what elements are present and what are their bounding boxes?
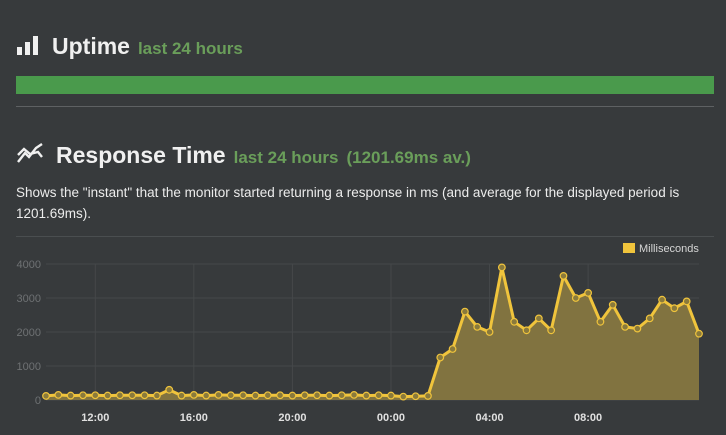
data-point [424, 392, 432, 400]
data-point [485, 328, 494, 336]
y-tick-label: 2000 [17, 327, 41, 339]
data-point [128, 391, 137, 400]
data-point [522, 326, 531, 335]
data-point [152, 391, 161, 400]
data-point [103, 391, 112, 400]
x-tick-label: 20:00 [278, 412, 306, 424]
data-point [584, 289, 593, 297]
response-time-description: Shows the "instant" that the monitor sta… [16, 185, 680, 221]
y-tick-label: 4000 [17, 259, 41, 271]
data-point [559, 272, 568, 280]
response-time-heading: Response Time last 24 hours (1201.69ms a… [16, 139, 471, 169]
legend-swatch [623, 243, 635, 253]
data-point [399, 392, 408, 401]
data-point [461, 307, 469, 316]
data-point [571, 294, 580, 302]
data-point [374, 391, 383, 400]
data-point [91, 391, 100, 400]
data-point [313, 391, 321, 400]
y-tick-label: 1000 [17, 361, 41, 373]
data-point [239, 391, 248, 400]
data-point [116, 391, 124, 400]
data-point [682, 297, 691, 306]
data-point [276, 391, 284, 400]
data-point [608, 300, 617, 309]
x-tick-label: 08:00 [574, 412, 602, 424]
data-point [362, 391, 371, 400]
data-point [263, 391, 272, 400]
data-point [411, 392, 420, 401]
data-point [658, 295, 666, 304]
data-point [633, 324, 642, 333]
data-point [695, 329, 703, 338]
legend-label: Milliseconds [639, 243, 699, 255]
data-point [350, 390, 358, 399]
response-time-average: (1201.69ms av.) [346, 148, 471, 167]
y-tick-label: 3000 [17, 293, 41, 305]
data-point [189, 390, 198, 399]
data-point [387, 391, 395, 400]
x-tick-label: 12:00 [81, 412, 109, 424]
data-point [165, 385, 174, 394]
data-point [214, 390, 223, 399]
data-point [473, 322, 482, 331]
data-point [42, 392, 50, 400]
y-tick-label: 0 [35, 395, 41, 407]
response-time-period: last 24 hours [233, 148, 339, 167]
data-point [337, 391, 346, 400]
data-point [497, 263, 506, 272]
divider [16, 106, 714, 107]
data-point [300, 391, 309, 400]
response-time-chart[interactable]: 0 1000 2000 3000 4000 12:00 16:00 20:00 00:00 04:… [0, 236, 726, 435]
data-point [251, 391, 260, 400]
data-point [596, 317, 605, 326]
data-point [621, 322, 629, 331]
x-tick-label: 04:00 [475, 412, 503, 424]
x-tick-label: 00:00 [377, 412, 405, 424]
data-point [202, 391, 211, 400]
data-point [66, 391, 75, 400]
uptime-bar[interactable] [16, 76, 714, 94]
data-point [226, 391, 235, 400]
data-point [448, 345, 457, 353]
uptime-title: Uptime [52, 33, 130, 59]
x-tick-label: 16:00 [180, 412, 208, 424]
data-point [645, 314, 654, 323]
data-point [534, 314, 543, 323]
data-point [177, 391, 186, 400]
data-point [510, 317, 519, 326]
uptime-heading: Uptime last 24 hours [16, 32, 243, 60]
data-point [54, 390, 63, 399]
bar-chart-icon [16, 34, 40, 61]
data-point [436, 353, 445, 362]
data-point [79, 391, 87, 400]
data-point [670, 304, 679, 313]
response-time-title: Response Time [56, 142, 226, 168]
series-area [46, 267, 699, 400]
data-point [288, 391, 297, 400]
line-chart-icon [16, 141, 44, 170]
data-point [325, 391, 334, 400]
data-point [140, 391, 149, 400]
data-point [547, 326, 556, 335]
uptime-period: last 24 hours [137, 39, 243, 58]
